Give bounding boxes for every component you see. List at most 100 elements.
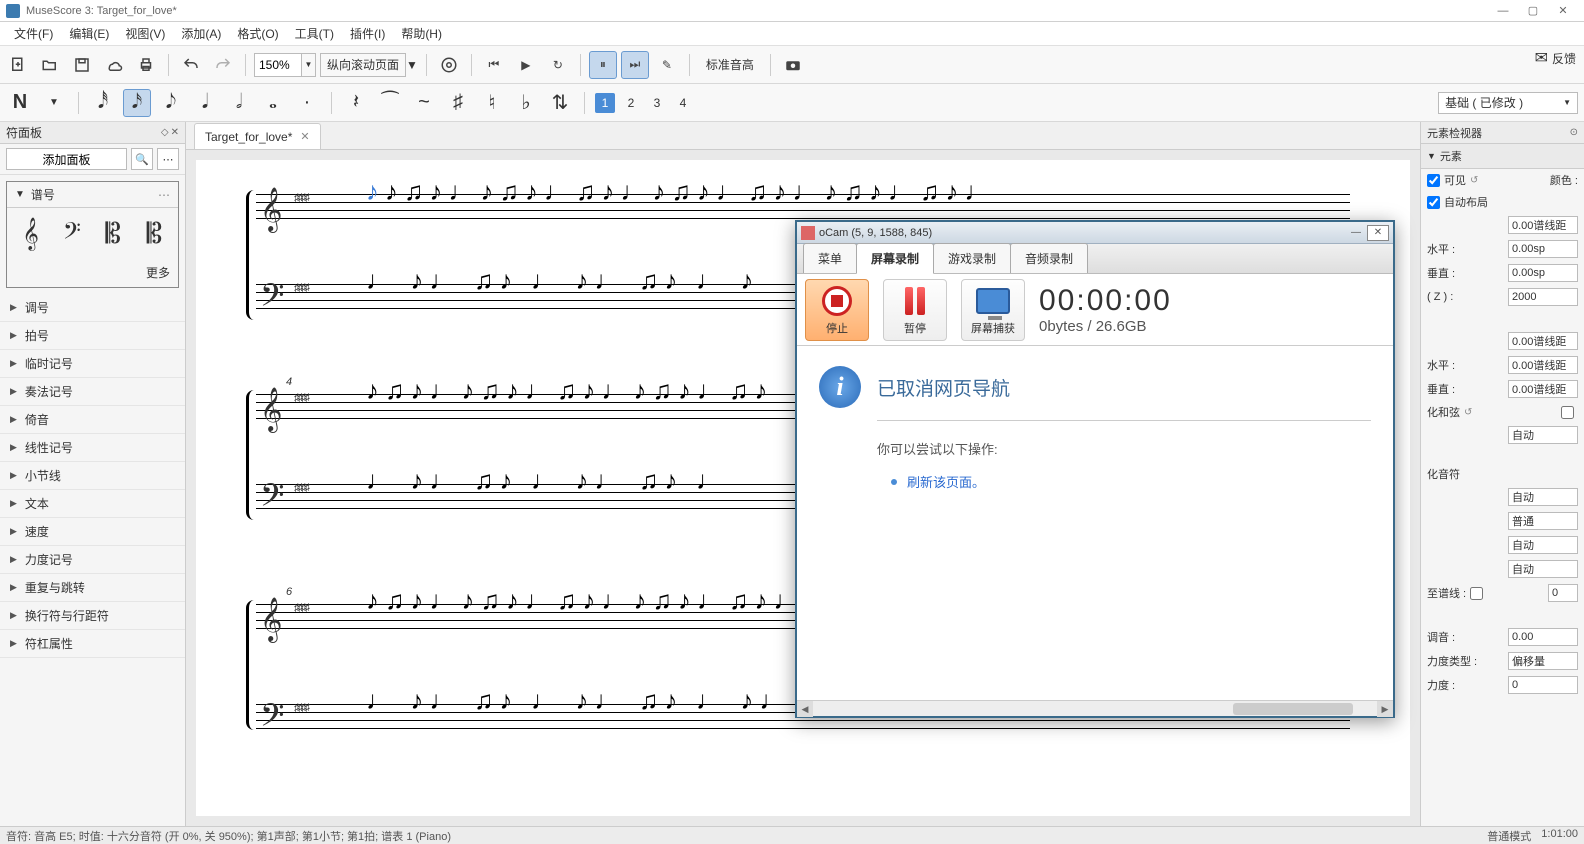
menu-edit[interactable]: 编辑(E) [61,25,117,42]
ocam-tab-game[interactable]: 游戏录制 [933,243,1011,273]
print-icon[interactable] [132,51,160,79]
add-palette-button[interactable]: 添加面板 [6,148,127,170]
save-icon[interactable] [68,51,96,79]
bass-clef-icon[interactable]: 𝄢 [52,214,91,256]
maximize-button[interactable]: ▢ [1518,2,1548,20]
palette-item[interactable]: ▶符杠属性 [0,630,185,658]
dist2-field[interactable]: 0.00谱线距 [1508,332,1578,350]
tenor-clef-icon[interactable]: 𝄡 [135,214,174,256]
ocam-pause-button[interactable]: 暂停 [883,279,947,341]
voice-4-button[interactable]: 4 [673,93,693,113]
palette-item[interactable]: ▶临时记号 [0,350,185,378]
auto2-field[interactable]: 自动 [1508,536,1578,554]
undo-icon[interactable] [177,51,205,79]
new-file-icon[interactable] [4,51,32,79]
tie-icon[interactable]: ⁀ [376,89,404,117]
note-half-icon[interactable]: 𝅗𝅥 [225,89,253,117]
sharp-icon[interactable]: ♯ [444,89,472,117]
flip-icon[interactable]: ⇅ [546,89,574,117]
loop-in-icon[interactable]: ⏸ [589,51,617,79]
palette-item[interactable]: ▶拍号 [0,322,185,350]
ocam-minimize-button[interactable]: — [1345,225,1367,241]
voice-3-button[interactable]: 3 [647,93,667,113]
pan-icon[interactable]: ✎ [653,51,681,79]
clef-more-link[interactable]: 更多 [7,262,178,287]
palette-item[interactable]: ▶小节线 [0,462,185,490]
score-tab[interactable]: Target_for_love*✕ [194,123,321,149]
palette-more-button[interactable]: ⋯ [157,148,179,170]
scroll-mode-dropdown[interactable]: ▼ [406,58,418,72]
clef-section-header[interactable]: ▼谱号⋯ [7,182,178,208]
note-input-mode-icon[interactable]: N [6,89,34,117]
redo-icon[interactable] [209,51,237,79]
search-palette-button[interactable]: 🔍 [131,148,153,170]
chord-checkbox[interactable] [1561,406,1574,419]
workspace-combo[interactable]: 基础 ( 已修改 )▼ [1438,92,1578,114]
ocam-scrollbar[interactable]: ◀ ▶ [797,700,1393,716]
scroll-thumb[interactable] [1233,703,1353,715]
menu-add[interactable]: 添加(A) [173,25,229,42]
ocam-close-button[interactable]: ✕ [1367,225,1389,241]
menu-view[interactable]: 视图(V) [117,25,173,42]
scroll-mode-select[interactable]: 纵向滚动页面 [320,53,406,77]
pin-icon[interactable]: ⊙ [1570,127,1578,138]
loop-icon[interactable]: ↻ [544,51,572,79]
flat-icon[interactable]: ♭ [512,89,540,117]
palette-item[interactable]: ▶调号 [0,294,185,322]
close-button[interactable]: ✕ [1548,2,1578,20]
tune-field[interactable]: 0.00 [1508,628,1578,646]
menu-plugins[interactable]: 插件(I) [342,25,393,42]
offset-dist-field[interactable]: 0.00谱线距 [1508,216,1578,234]
menu-help[interactable]: 帮助(H) [393,25,450,42]
zoom-input[interactable] [254,53,302,77]
vert-field[interactable]: 0.00sp [1508,264,1578,282]
palette-item[interactable]: ▶速度 [0,518,185,546]
scroll-right-icon[interactable]: ▶ [1377,701,1393,717]
alto-clef-icon[interactable]: 𝄡 [94,214,133,256]
note-16th-icon[interactable]: 𝅘𝅥𝅯 [123,89,151,117]
palette-item[interactable]: ▶力度记号 [0,546,185,574]
z-field[interactable]: 2000 [1508,288,1578,306]
close-panel-icon[interactable]: ✕ [171,127,179,138]
feedback-link[interactable]: ✉反馈 [1535,48,1576,68]
zoom-dropdown[interactable]: ▼ [302,53,316,77]
dot-icon[interactable]: · [293,89,321,117]
chevron-down-icon[interactable]: ▼ [40,89,68,117]
auto3-field[interactable]: 自动 [1508,560,1578,578]
reset-icon[interactable]: ↺ [1470,175,1478,186]
undock-icon[interactable]: ◇ [161,127,169,138]
play-icon[interactable]: ▶ [512,51,540,79]
normal-field[interactable]: 普通 [1508,512,1578,530]
loop-out-icon[interactable]: ⏭ [621,51,649,79]
natural-icon[interactable]: ♮ [478,89,506,117]
scroll-left-icon[interactable]: ◀ [797,701,813,717]
concert-pitch-label[interactable]: 标准音高 [698,56,762,73]
section-more-icon[interactable]: ⋯ [158,188,170,202]
ocam-tab-menu[interactable]: 菜单 [803,243,857,273]
dyn-field[interactable]: 0 [1508,676,1578,694]
auto-field[interactable]: 自动 [1508,426,1578,444]
reset-icon[interactable]: ↺ [1464,407,1472,418]
close-tab-icon[interactable]: ✕ [300,130,309,143]
ocam-refresh-link[interactable]: 刷新该页面。 [891,472,1371,491]
camera-icon[interactable] [779,51,807,79]
voice-2-button[interactable]: 2 [621,93,641,113]
rewind-icon[interactable]: ⏮ [480,51,508,79]
ocam-capture-button[interactable]: 屏幕捕获 [961,279,1025,341]
visible-checkbox[interactable] [1427,174,1440,187]
palette-item[interactable]: ▶线性记号 [0,434,185,462]
rest-icon[interactable]: 𝄽 [342,89,370,117]
ocam-stop-button[interactable]: 停止 [805,279,869,341]
voice-1-button[interactable]: 1 [595,93,615,113]
ocam-tab-screen[interactable]: 屏幕录制 [856,243,934,274]
autolayout-checkbox[interactable] [1427,196,1440,209]
menu-tools[interactable]: 工具(T) [287,25,342,42]
treble-clef-icon[interactable]: 𝄞 [11,214,50,256]
horiz2-field[interactable]: 0.00谱线距 [1508,356,1578,374]
metronome-icon[interactable] [435,51,463,79]
dyntype-field[interactable]: 偏移量 [1508,652,1578,670]
palette-item[interactable]: ▶奏法记号 [0,378,185,406]
palette-item[interactable]: ▶重复与跳转 [0,574,185,602]
note-quarter-icon[interactable]: 𝅘𝅥 [191,89,219,117]
note-whole-icon[interactable]: 𝅝 [259,89,287,117]
